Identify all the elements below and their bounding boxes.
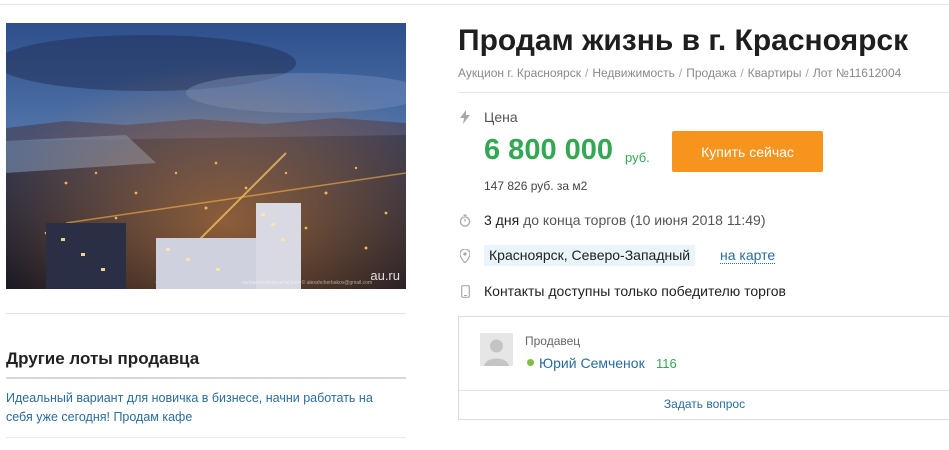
price-currency: руб. (625, 150, 650, 165)
phone-icon (458, 284, 472, 298)
price-label: Цена (484, 109, 518, 125)
time-left-suffix: до конца торгов (523, 212, 627, 228)
buy-now-button[interactable]: Купить сейчас (672, 131, 823, 172)
location-tag[interactable]: Красноярск, Северо-Западный (484, 245, 696, 266)
breadcrumb-sale[interactable]: Продажа (686, 66, 736, 80)
breadcrumb-separator: / (805, 66, 809, 80)
seller-rating[interactable]: 116 (656, 356, 677, 371)
photo-watermark: au.ru (370, 268, 400, 283)
online-status-icon (527, 359, 534, 366)
lightning-icon (458, 110, 472, 124)
other-lots-bottom-divider (6, 437, 406, 438)
breadcrumb-real-estate[interactable]: Недвижимость (592, 66, 675, 80)
stopwatch-icon (458, 213, 472, 227)
lot-photo[interactable]: sachaconv.livejournal.com © alexshcherba… (6, 23, 406, 289)
other-lots-title: Другие лоты продавца (6, 349, 200, 368)
breadcrumb: Аукцион г. Красноярск / Недвижимость / Прода… (458, 66, 901, 80)
price-value: 6 800 000 (484, 134, 614, 166)
show-on-map-link[interactable]: на карте (720, 247, 776, 264)
left-divider (6, 313, 406, 314)
other-lots-title-rule (6, 377, 406, 379)
other-lot-link[interactable]: Идеальный вариант для новичка в бизнесе,… (6, 389, 396, 427)
breadcrumb-lot-number: Лот №11612004 (812, 66, 902, 80)
seller-avatar[interactable] (480, 333, 513, 366)
time-left-days: 3 дня (484, 212, 520, 228)
time-left: 3 дня до конца торгов (10 июня 2018 11:4… (484, 212, 766, 228)
breadcrumb-separator: / (584, 66, 589, 80)
auction-end-date: (10 июня 2018 11:49) (630, 212, 766, 228)
top-divider (0, 0, 949, 5)
breadcrumb-separator: / (678, 66, 683, 80)
seller-card-divider (459, 390, 949, 391)
seller-name-link[interactable]: Юрий Семченок (539, 355, 645, 371)
contacts-info: Контакты доступны только победителю торг… (484, 283, 786, 299)
photo-credit: sachaconv.livejournal.com © alexshcherba… (242, 280, 373, 286)
city-night-photo (6, 23, 406, 289)
seller-label: Продавец (525, 334, 581, 348)
map-pin-icon (458, 249, 472, 263)
breadcrumb-apartments[interactable]: Квартиры (748, 66, 802, 80)
ask-question-link[interactable]: Задать вопрос (459, 397, 949, 411)
title-divider (458, 92, 949, 93)
lot-title: Продам жизнь в г. Красноярск (458, 24, 909, 57)
price-per-m2: 147 826 руб. за м2 (484, 179, 588, 193)
seller-card: Продавец Юрий Семченок 116 Задать вопрос (458, 316, 949, 420)
breadcrumb-separator: / (740, 66, 744, 80)
breadcrumb-auction[interactable]: Аукцион г. Красноярск (458, 66, 581, 80)
